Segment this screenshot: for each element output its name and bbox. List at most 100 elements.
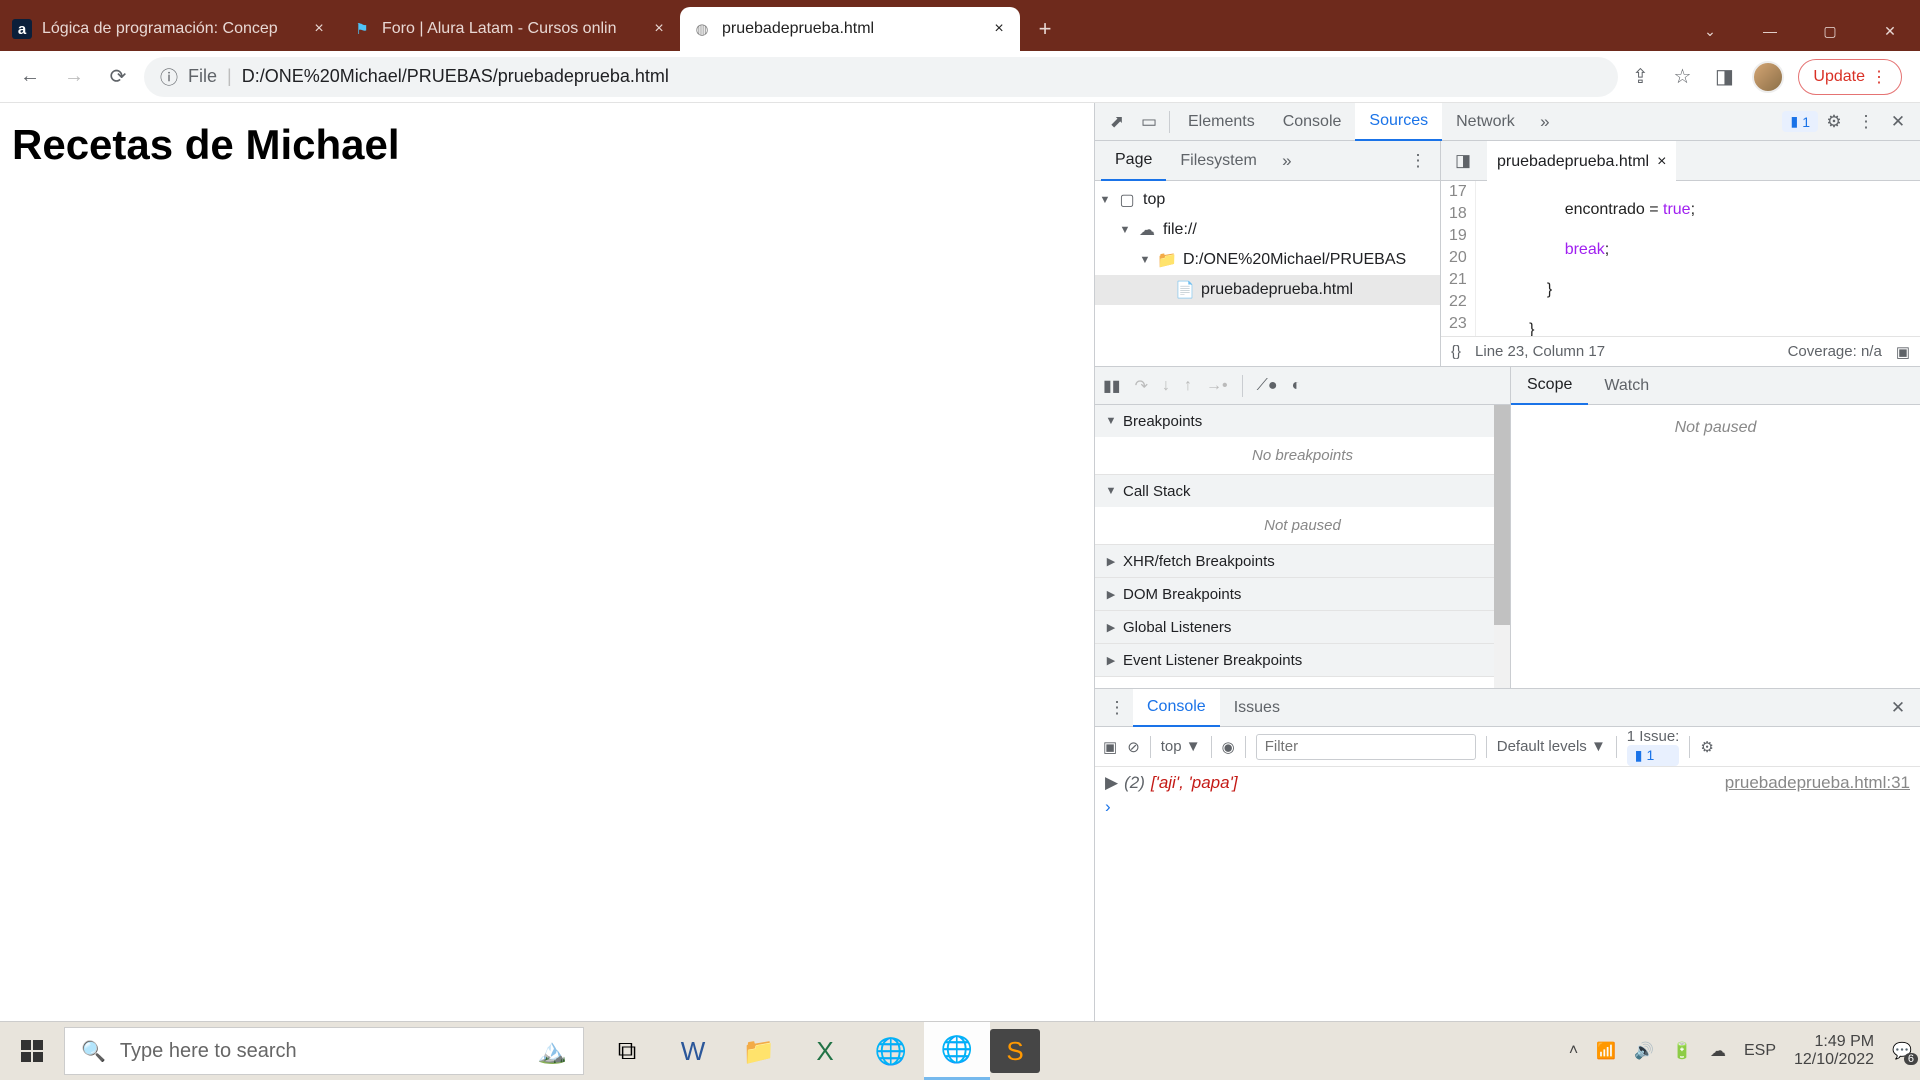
minimize-button[interactable]: ― bbox=[1740, 11, 1800, 51]
tab-watch[interactable]: Watch bbox=[1588, 367, 1665, 405]
editor-tab[interactable]: pruebadeprueba.html × bbox=[1487, 141, 1676, 181]
inspect-icon[interactable]: ⬈ bbox=[1101, 106, 1133, 138]
step-icon[interactable]: →• bbox=[1206, 377, 1228, 395]
taskbar-search[interactable]: 🔍 Type here to search 🏔️ bbox=[64, 1027, 584, 1075]
close-icon[interactable]: × bbox=[650, 20, 668, 38]
more-tabs-icon[interactable]: » bbox=[1529, 106, 1561, 138]
browser-tab-2[interactable]: ◍ pruebadeprueba.html × bbox=[680, 7, 1020, 51]
close-drawer-icon[interactable]: ✕ bbox=[1882, 692, 1914, 724]
forward-button[interactable]: → bbox=[56, 59, 92, 95]
battery-icon[interactable]: 🔋 bbox=[1672, 1041, 1692, 1061]
update-button[interactable]: Update ⋮ bbox=[1798, 59, 1902, 95]
maximize-button[interactable]: ▢ bbox=[1800, 11, 1860, 51]
pretty-print-icon[interactable]: {} bbox=[1451, 343, 1461, 360]
tab-scope[interactable]: Scope bbox=[1511, 367, 1588, 405]
chrome-active-icon[interactable]: 🌐 bbox=[924, 1022, 990, 1080]
kebab-icon[interactable]: ⋮ bbox=[1101, 692, 1133, 724]
event-listener-section[interactable]: ▶Event Listener Breakpoints bbox=[1095, 644, 1510, 677]
clear-console-icon[interactable]: ⊘ bbox=[1127, 738, 1140, 756]
breakpoints-section[interactable]: ▼Breakpoints No breakpoints bbox=[1095, 405, 1510, 475]
language-indicator[interactable]: ESP bbox=[1744, 1042, 1776, 1060]
notifications-icon[interactable]: 💬6 bbox=[1892, 1041, 1912, 1061]
volume-icon[interactable]: 🔊 bbox=[1634, 1041, 1654, 1061]
tree-folder[interactable]: ▼📁D:/ONE%20Michael/PRUEBAS bbox=[1095, 245, 1440, 275]
close-icon[interactable]: × bbox=[1657, 153, 1666, 171]
tab-sources[interactable]: Sources bbox=[1355, 103, 1442, 141]
dom-breakpoints-section[interactable]: ▶DOM Breakpoints bbox=[1095, 578, 1510, 611]
toggle-navigator-icon[interactable]: ◨ bbox=[1447, 145, 1479, 177]
tab-network[interactable]: Network bbox=[1442, 103, 1529, 141]
browser-tab-0[interactable]: a Lógica de programación: Concep × bbox=[0, 7, 340, 51]
close-icon[interactable]: × bbox=[310, 20, 328, 38]
issue-link[interactable]: 1 Issue: ▮ 1 bbox=[1627, 728, 1680, 766]
step-out-icon[interactable]: ↑ bbox=[1184, 377, 1192, 395]
console-settings-icon[interactable]: ⚙ bbox=[1700, 738, 1713, 756]
taskbar-apps: ⧉ W 📁 X 🌐 🌐 S bbox=[594, 1022, 1040, 1080]
console-prompt[interactable]: › bbox=[1105, 795, 1910, 819]
tab-console[interactable]: Console bbox=[1269, 103, 1356, 141]
deactivate-breakpoints-icon[interactable]: ⟋● bbox=[1257, 377, 1278, 395]
drawer-tab-issues[interactable]: Issues bbox=[1220, 689, 1294, 727]
wifi-icon[interactable]: 📶 bbox=[1596, 1041, 1616, 1061]
issues-badge[interactable]: ▮ 1 bbox=[1782, 111, 1818, 132]
clock-time: 1:49 PM bbox=[1794, 1033, 1874, 1051]
profile-avatar[interactable] bbox=[1752, 61, 1784, 93]
tree-file[interactable]: 📄pruebadeprueba.html bbox=[1095, 275, 1440, 305]
bookmark-icon[interactable]: ☆ bbox=[1668, 63, 1696, 91]
update-label: Update bbox=[1813, 68, 1865, 86]
excel-icon[interactable]: X bbox=[792, 1022, 858, 1080]
toggle-sidebar-icon[interactable]: ▣ bbox=[1103, 738, 1117, 756]
new-tab-button[interactable]: + bbox=[1026, 10, 1064, 48]
side-panel-icon[interactable]: ◨ bbox=[1710, 63, 1738, 91]
tab-search-icon[interactable]: ⌄ bbox=[1680, 11, 1740, 51]
tray-overflow-icon[interactable]: ˄ bbox=[1569, 1042, 1578, 1060]
close-window-button[interactable]: ✕ bbox=[1860, 11, 1920, 51]
context-selector[interactable]: top ▼ bbox=[1161, 738, 1201, 755]
info-icon[interactable]: ⓘ bbox=[160, 64, 178, 90]
task-view-icon[interactable]: ⧉ bbox=[594, 1022, 660, 1080]
file-explorer-icon[interactable]: 📁 bbox=[726, 1022, 792, 1080]
tab-elements[interactable]: Elements bbox=[1174, 103, 1269, 141]
reload-button[interactable]: ⟳ bbox=[100, 59, 136, 95]
close-icon[interactable]: × bbox=[990, 20, 1008, 38]
step-into-icon[interactable]: ↓ bbox=[1162, 377, 1170, 395]
onedrive-icon[interactable]: ☁ bbox=[1710, 1041, 1726, 1061]
kebab-icon[interactable]: ⋮ bbox=[1850, 106, 1882, 138]
close-devtools-icon[interactable]: ✕ bbox=[1882, 106, 1914, 138]
nav-tab-page[interactable]: Page bbox=[1101, 141, 1166, 181]
coverage-toggle-icon[interactable]: ▣ bbox=[1896, 343, 1910, 361]
console-output[interactable]: ▶ (2) ['aji', 'papa'] pruebadeprueba.htm… bbox=[1095, 767, 1920, 1021]
favicon-alura-a: a bbox=[12, 19, 32, 39]
pause-exceptions-icon[interactable]: ◐ bbox=[1292, 377, 1302, 395]
scrollbar-thumb[interactable] bbox=[1494, 405, 1510, 625]
tree-top[interactable]: ▼▢top bbox=[1095, 185, 1440, 215]
step-over-icon[interactable]: ↷ bbox=[1135, 376, 1148, 396]
share-icon[interactable]: ⇪ bbox=[1626, 63, 1654, 91]
chrome-icon[interactable]: 🌐 bbox=[858, 1022, 924, 1080]
nav-tab-filesystem[interactable]: Filesystem bbox=[1166, 141, 1270, 181]
code-editor[interactable]: 17181920212223 encontrado = true; break;… bbox=[1441, 181, 1920, 336]
drawer-tab-console[interactable]: Console bbox=[1133, 689, 1220, 727]
log-levels-selector[interactable]: Default levels ▼ bbox=[1497, 738, 1606, 755]
url-input[interactable]: ⓘ File | D:/ONE%20Michael/PRUEBAS/prueba… bbox=[144, 57, 1618, 97]
xhr-breakpoints-section[interactable]: ▶XHR/fetch Breakpoints bbox=[1095, 545, 1510, 578]
expand-icon[interactable]: ▶ bbox=[1105, 773, 1118, 793]
console-source-link[interactable]: pruebadeprueba.html:31 bbox=[1725, 773, 1910, 793]
kebab-icon[interactable]: ⋮ bbox=[1402, 145, 1434, 177]
taskbar-clock[interactable]: 1:49 PM 12/10/2022 bbox=[1794, 1033, 1874, 1069]
console-message[interactable]: ▶ (2) ['aji', 'papa'] pruebadeprueba.htm… bbox=[1105, 771, 1910, 795]
start-button[interactable] bbox=[0, 1022, 64, 1080]
more-nav-tabs-icon[interactable]: » bbox=[1271, 145, 1303, 177]
sublime-icon[interactable]: S bbox=[990, 1029, 1040, 1073]
callstack-section[interactable]: ▼Call Stack Not paused bbox=[1095, 475, 1510, 545]
settings-icon[interactable]: ⚙ bbox=[1818, 106, 1850, 138]
browser-tab-1[interactable]: ⚑ Foro | Alura Latam - Cursos onlin × bbox=[340, 7, 680, 51]
pause-icon[interactable]: ▮▮ bbox=[1103, 376, 1121, 396]
word-icon[interactable]: W bbox=[660, 1022, 726, 1080]
device-toggle-icon[interactable]: ▭ bbox=[1133, 106, 1165, 138]
global-listeners-section[interactable]: ▶Global Listeners bbox=[1095, 611, 1510, 644]
console-filter-input[interactable] bbox=[1256, 734, 1476, 760]
live-expression-icon[interactable]: ◉ bbox=[1222, 738, 1235, 756]
tree-scheme[interactable]: ▼☁file:// bbox=[1095, 215, 1440, 245]
back-button[interactable]: ← bbox=[12, 59, 48, 95]
